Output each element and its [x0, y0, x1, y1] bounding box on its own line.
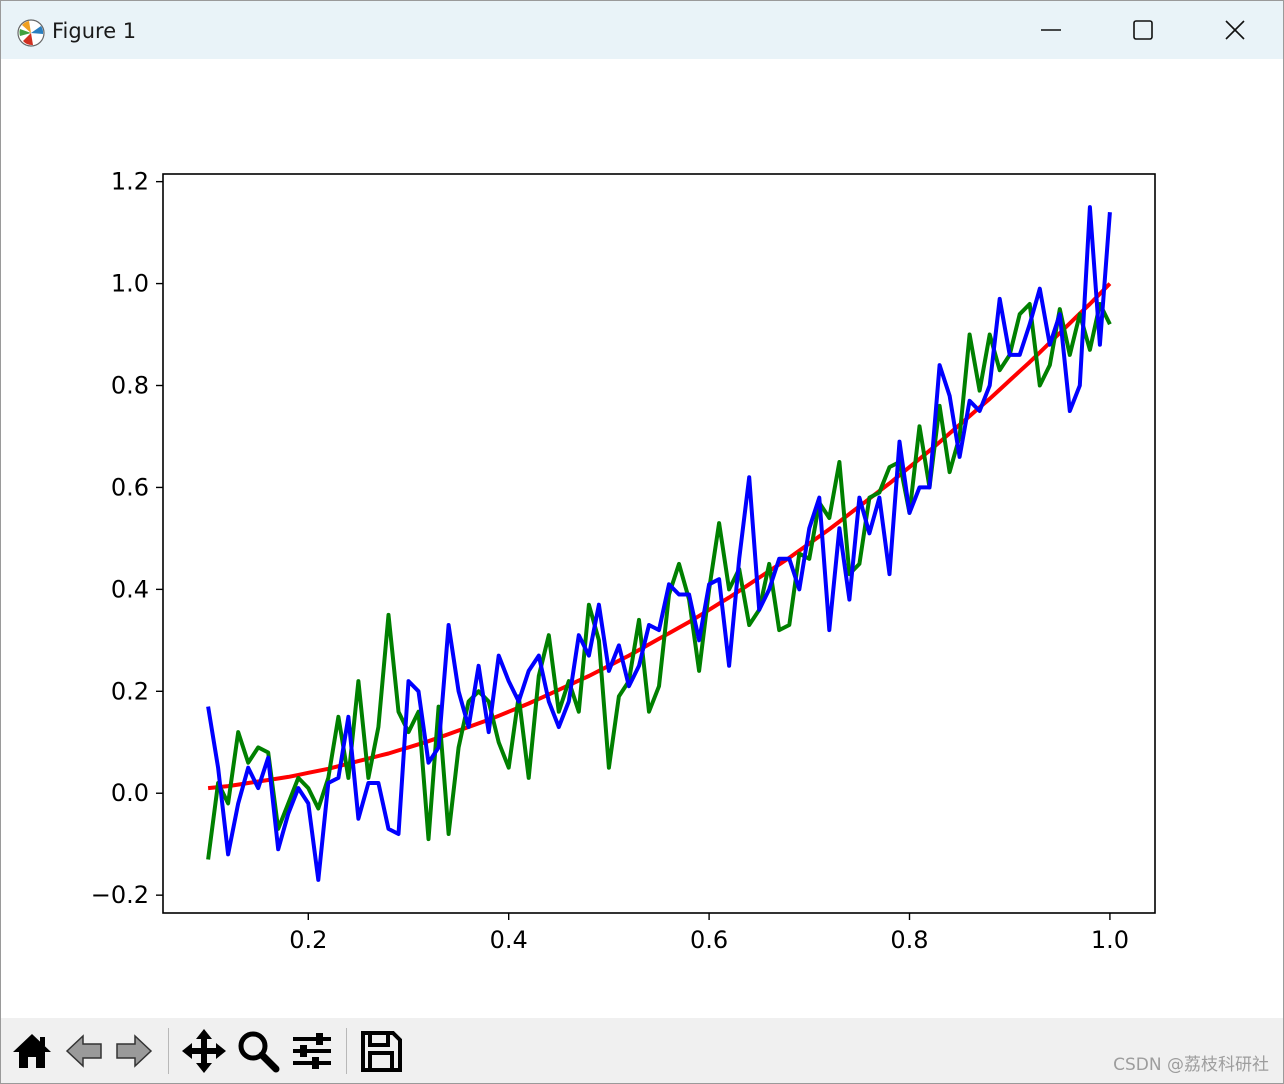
- y-tick-label: 0.4: [111, 575, 149, 603]
- close-button[interactable]: [1189, 1, 1281, 59]
- x-tick-label: 0.6: [690, 926, 728, 954]
- watermark-text: CSDN @荔枝科研社: [1113, 1055, 1269, 1075]
- home-button[interactable]: [7, 1026, 57, 1076]
- x-tick-label: 0.4: [490, 926, 528, 954]
- toolbar-separator: [168, 1028, 169, 1074]
- save-disk-icon: [361, 1031, 402, 1072]
- y-tick-label: 0.6: [111, 473, 149, 501]
- x-tick-label: 1.0: [1091, 926, 1129, 954]
- save-button[interactable]: [356, 1026, 406, 1076]
- forward-arrow-icon: [116, 1034, 153, 1068]
- series-line-2: [206, 302, 1112, 860]
- configure-subplots-button[interactable]: [287, 1026, 337, 1076]
- axes-frame: [162, 173, 1156, 914]
- y-tick-label: −0.2: [91, 881, 149, 909]
- minimize-button[interactable]: [1005, 1, 1097, 59]
- figure-window: Figure 1 0.2 0.4 0.6 0.8 1.0 −0.2 0.0 0.2 0.4 0.6…: [0, 0, 1284, 1084]
- y-tick-label: 1.2: [111, 168, 149, 196]
- minimize-icon: [1041, 29, 1061, 31]
- x-tick-label: 0.2: [289, 926, 327, 954]
- back-button[interactable]: [59, 1026, 109, 1076]
- zoom-magnifier-icon: [238, 1031, 280, 1073]
- configure-subplots-icon: [293, 1033, 331, 1069]
- pan-move-icon: [182, 1029, 226, 1073]
- y-tick-label: 0.2: [111, 677, 149, 705]
- line-chart: 0.2 0.4 0.6 0.8 1.0 −0.2 0.0 0.2 0.4 0.6 0.8 1.0 1.2: [91, 168, 1156, 954]
- series-line-3: [206, 205, 1112, 882]
- forward-button[interactable]: [109, 1026, 159, 1076]
- y-tick-label: 0.0: [111, 779, 149, 807]
- y-tick-label: 1.0: [111, 270, 149, 298]
- toolbar-separator: [346, 1028, 347, 1074]
- title-bar[interactable]: Figure 1: [1, 1, 1283, 59]
- pan-button[interactable]: [179, 1026, 229, 1076]
- home-icon: [13, 1034, 51, 1068]
- window-title: Figure 1: [52, 19, 137, 43]
- matplotlib-logo-icon: [15, 17, 47, 49]
- maximize-button[interactable]: [1097, 1, 1189, 59]
- back-arrow-icon: [65, 1034, 102, 1068]
- navigation-toolbar: CSDN @荔枝科研社: [1, 1018, 1283, 1083]
- zoom-button[interactable]: [233, 1026, 283, 1076]
- close-icon: [1225, 20, 1245, 40]
- figure-canvas[interactable]: 0.2 0.4 0.6 0.8 1.0 −0.2 0.0 0.2 0.4 0.6 0.8 1.0 1.2: [1, 59, 1283, 1017]
- y-tick-label: 0.8: [111, 372, 149, 400]
- maximize-icon: [1133, 20, 1153, 40]
- x-tick-label: 0.8: [890, 926, 928, 954]
